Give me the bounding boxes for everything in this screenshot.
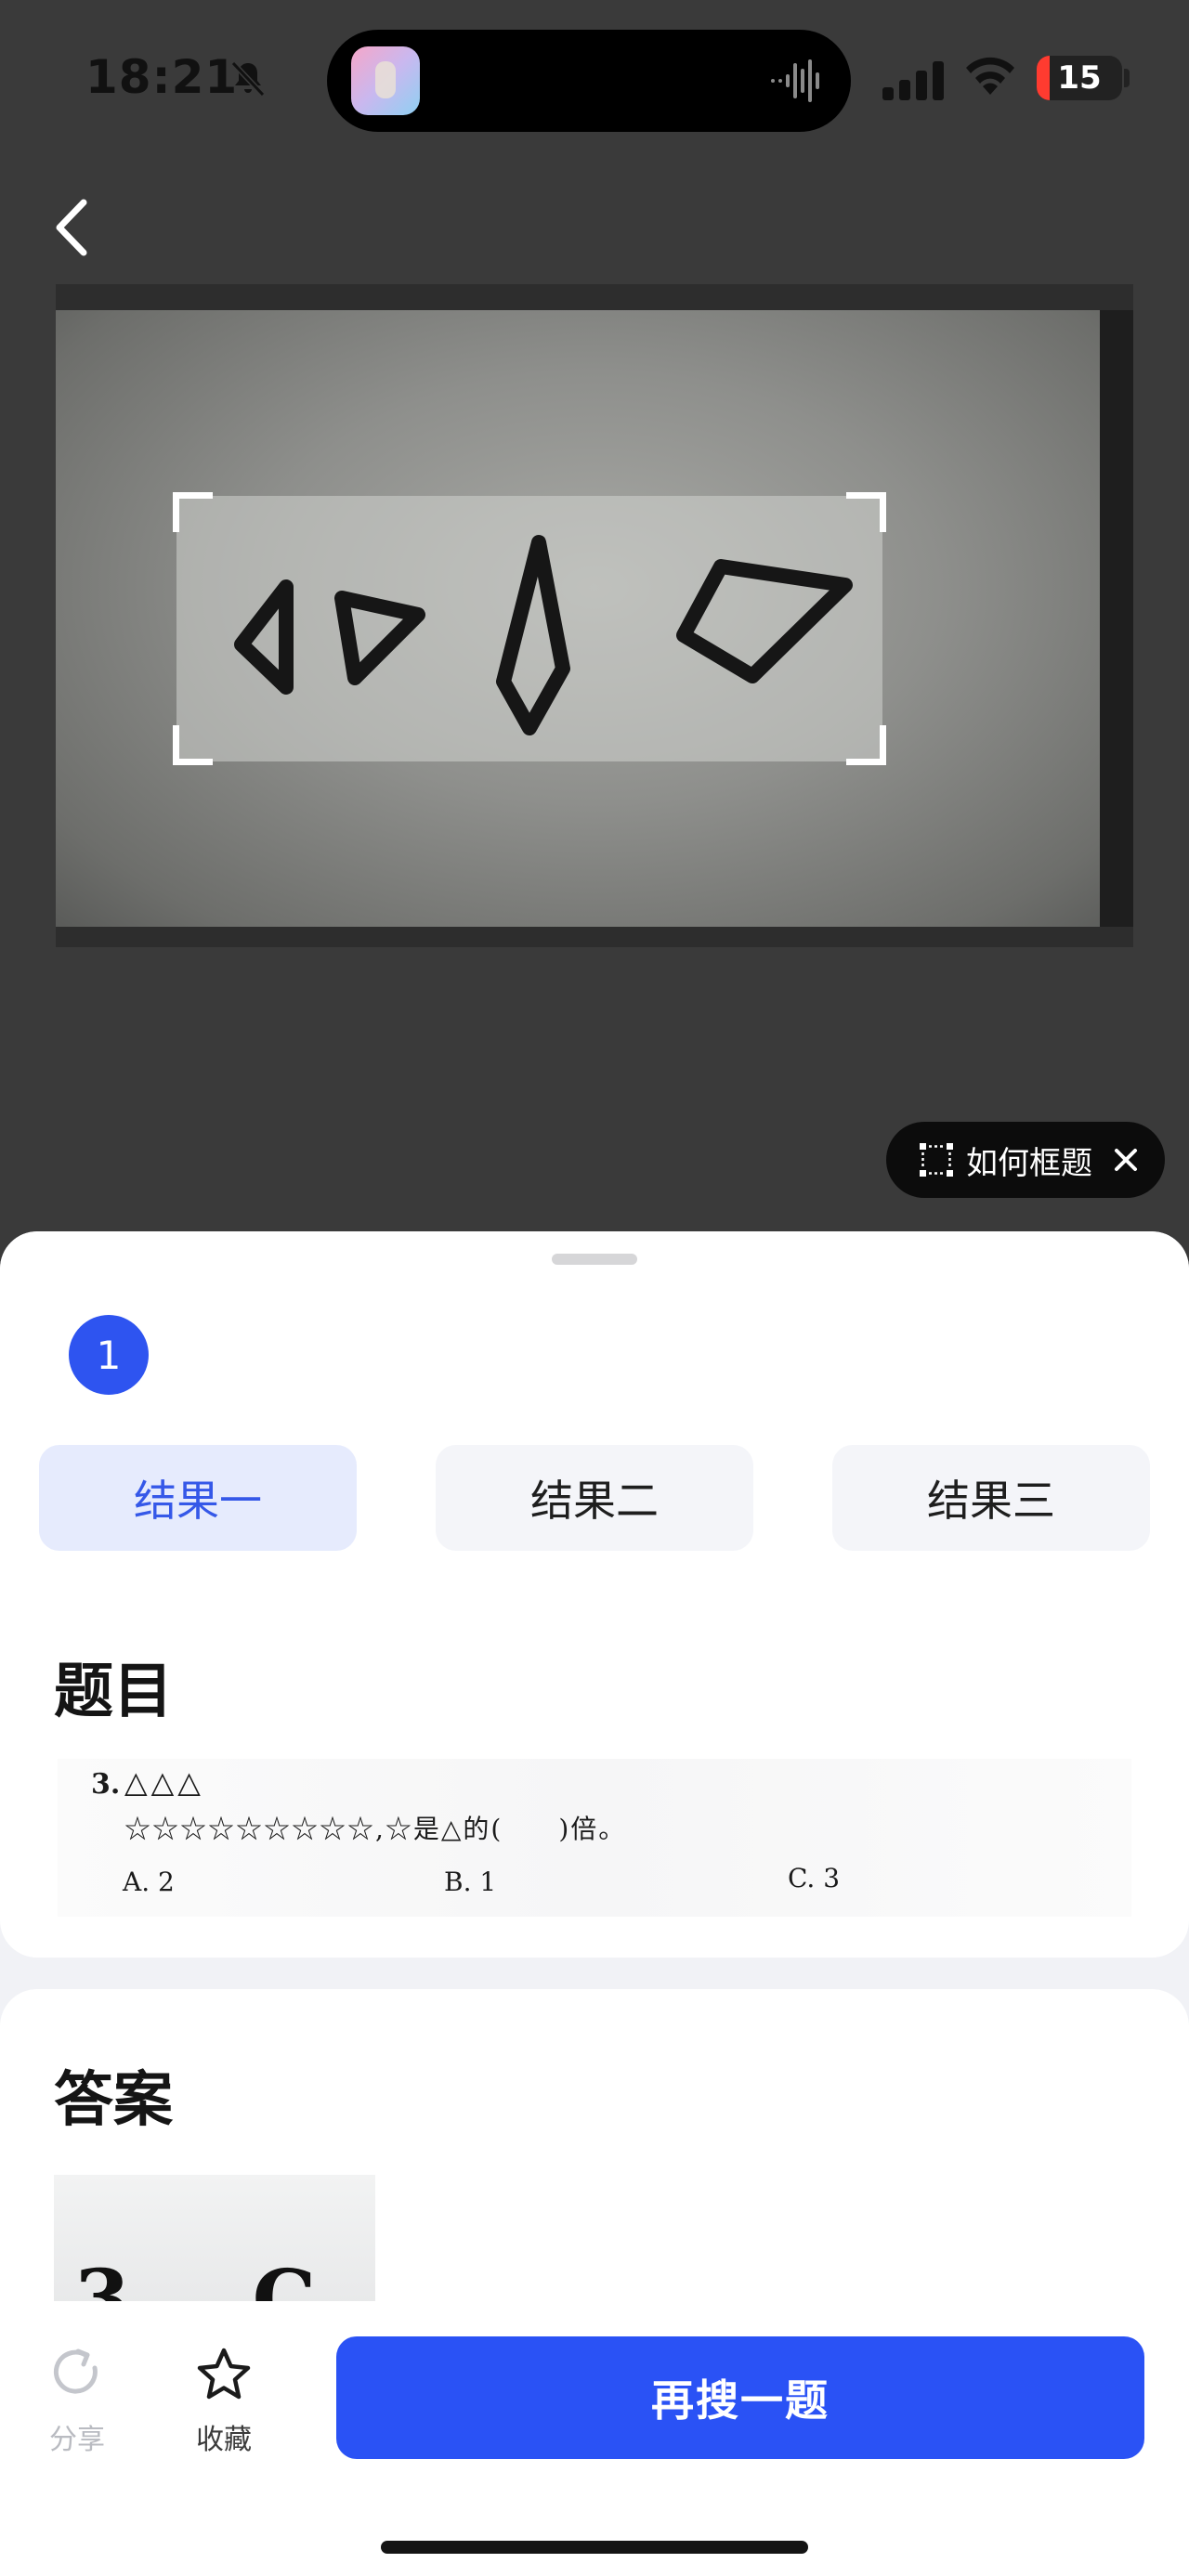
frame-icon: [920, 1143, 953, 1177]
question-line-2: ☆☆☆☆☆☆☆☆☆,☆是△的( )倍。: [124, 1814, 627, 1844]
tab-result-2[interactable]: 结果二: [436, 1445, 753, 1551]
battery-indicator: 15: [1037, 56, 1122, 100]
close-icon[interactable]: [1113, 1147, 1139, 1173]
search-again-button[interactable]: 再搜一题: [336, 2336, 1144, 2459]
handwritten-shapes-drawing: [234, 535, 853, 735]
app-thumbnail-icon[interactable]: [351, 46, 420, 115]
dynamic-island[interactable]: [327, 30, 851, 132]
crop-corner-bottom-right[interactable]: [846, 725, 886, 765]
question-option-c: C. 3: [788, 1863, 841, 1893]
share-icon: [53, 2348, 98, 2394]
favorite-button[interactable]: 收藏: [173, 2346, 275, 2457]
share-label: 分享: [49, 2424, 105, 2456]
battery-tip: [1124, 69, 1130, 87]
screen: 18:21 15 如何框题 1 结果一 结果二 结果三 题目 3. △△△ ☆☆…: [0, 0, 1189, 2576]
how-to-frame-label: 如何框题: [966, 1144, 1092, 1182]
answer-image: 3. C: [54, 2175, 375, 2305]
answer-section-title: 答案: [54, 2066, 173, 2135]
back-chevron-icon[interactable]: [46, 195, 102, 260]
question-number: 3.: [91, 1768, 121, 1801]
question-option-a: A. 2: [123, 1867, 175, 1897]
crop-corner-top-left[interactable]: [173, 492, 213, 532]
crop-frame[interactable]: [173, 492, 886, 765]
photo-shadow-edge: [1100, 310, 1133, 927]
signal-icon: [882, 61, 944, 100]
star-icon: [197, 2348, 251, 2400]
home-indicator[interactable]: [381, 2541, 808, 2554]
status-bar: 18:21 15: [0, 0, 1189, 158]
how-to-frame-tip[interactable]: 如何框题: [886, 1122, 1165, 1198]
waveform-icon: [771, 59, 819, 102]
share-button[interactable]: 分享: [26, 2346, 128, 2457]
battery-percent: 15: [1057, 59, 1102, 97]
crop-corner-bottom-left[interactable]: [173, 725, 213, 765]
answer-text: 3. C: [74, 2253, 339, 2305]
tab-result-1[interactable]: 结果一: [39, 1445, 357, 1551]
bottom-action-bar: 分享 收藏 再搜一题: [0, 2301, 1189, 2576]
question-option-b: B. 1: [444, 1867, 497, 1897]
status-time: 18:21: [85, 50, 239, 104]
question-line-1: △△△: [124, 1764, 204, 1800]
question-section-title: 题目: [54, 1658, 173, 1726]
crop-corner-top-right[interactable]: [846, 492, 886, 532]
tab-result-3[interactable]: 结果三: [832, 1445, 1150, 1551]
wifi-icon: [966, 57, 1014, 95]
question-image: 3. △△△ ☆☆☆☆☆☆☆☆☆,☆是△的( )倍。 A. 2 B. 1 C. …: [58, 1759, 1131, 1917]
sheet-drag-handle[interactable]: [552, 1254, 637, 1265]
question-card: 1 结果一 结果二 结果三 题目 3. △△△ ☆☆☆☆☆☆☆☆☆,☆是△的( …: [0, 1231, 1189, 1958]
bell-off-icon: [230, 60, 266, 98]
question-index-badge[interactable]: 1: [69, 1315, 149, 1395]
favorite-label: 收藏: [196, 2424, 252, 2456]
